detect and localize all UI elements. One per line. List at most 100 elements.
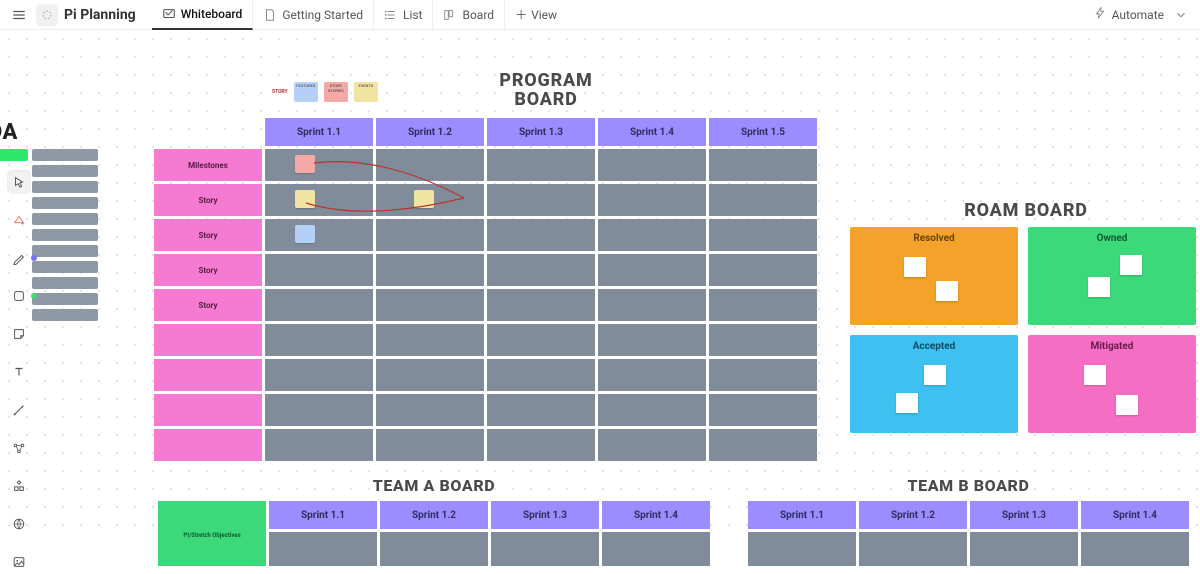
board-cell[interactable] (1081, 532, 1189, 566)
board-cell[interactable] (487, 219, 595, 251)
sticky-note[interactable] (295, 155, 315, 173)
agenda-item[interactable] (32, 149, 98, 161)
board-cell[interactable] (487, 429, 595, 461)
sprint-header[interactable]: Sprint 1.1 (265, 118, 373, 146)
sprint-header[interactable]: Sprint 1.4 (598, 118, 706, 146)
row-label[interactable]: Story (154, 219, 262, 251)
sprint-header[interactable]: Sprint 1.1 (269, 501, 377, 529)
objectives-cell[interactable]: PI/Stretch Objectives (158, 501, 266, 566)
agenda-item[interactable] (32, 213, 98, 225)
board-cell[interactable] (487, 289, 595, 321)
row-label[interactable] (154, 359, 262, 391)
sprint-header[interactable]: Sprint 1.2 (380, 501, 488, 529)
agenda-item[interactable] (32, 261, 98, 273)
board-cell[interactable] (709, 149, 817, 181)
sticky-note[interactable] (904, 257, 926, 277)
board-cell[interactable] (265, 149, 373, 181)
board-cell[interactable] (598, 219, 706, 251)
tool-ai[interactable]: + (7, 208, 31, 232)
automate-button[interactable]: Automate (1093, 6, 1164, 23)
board-cell[interactable] (859, 532, 967, 566)
sticky-note[interactable] (896, 393, 918, 413)
board-cell[interactable] (380, 532, 488, 566)
roam-mitigated[interactable]: Mitigated (1028, 335, 1196, 433)
sticky-note[interactable] (414, 190, 434, 208)
agenda-item[interactable] (32, 181, 98, 193)
board-cell[interactable] (376, 289, 484, 321)
legend-chip-events[interactable]: EVENTS (354, 82, 378, 102)
tab-list[interactable]: List (374, 0, 434, 30)
row-label[interactable] (154, 429, 262, 461)
board-cell[interactable] (265, 184, 373, 216)
board-cell[interactable] (376, 359, 484, 391)
sticky-note[interactable] (924, 365, 946, 385)
board-cell[interactable] (598, 359, 706, 391)
board-cell[interactable] (487, 324, 595, 356)
board-cell[interactable] (709, 184, 817, 216)
roam-accepted[interactable]: Accepted (850, 335, 1018, 433)
row-label[interactable]: Milestones (154, 149, 262, 181)
menu-button[interactable] (8, 4, 30, 26)
board-cell[interactable] (748, 532, 856, 566)
tool-web[interactable] (7, 512, 31, 536)
tab-whiteboard[interactable]: Whiteboard (152, 0, 254, 30)
sprint-header[interactable]: Sprint 1.4 (1081, 501, 1189, 529)
sticky-note[interactable] (1084, 365, 1106, 385)
tool-shape[interactable] (7, 284, 31, 308)
tool-pen[interactable] (7, 246, 31, 270)
sprint-header[interactable]: Sprint 1.3 (970, 501, 1078, 529)
board-cell[interactable] (269, 532, 377, 566)
agenda-item[interactable] (32, 229, 98, 241)
row-label[interactable]: Story (154, 184, 262, 216)
row-label[interactable] (154, 324, 262, 356)
board-cell[interactable] (709, 219, 817, 251)
sticky-note[interactable] (936, 281, 958, 301)
board-cell[interactable] (709, 324, 817, 356)
board-cell[interactable] (376, 394, 484, 426)
sticky-note[interactable] (1116, 395, 1138, 415)
agenda-item[interactable] (32, 309, 98, 321)
roam-resolved[interactable]: Resolved (850, 227, 1018, 325)
board-cell[interactable] (598, 149, 706, 181)
legend-chip-features[interactable]: FEATURES (294, 82, 318, 102)
whiteboard-canvas[interactable]: NDA STORY FEATURES STORY STORIES EVENTS … (0, 30, 1200, 539)
agenda-item[interactable] (32, 245, 98, 257)
sprint-header[interactable]: Sprint 1.5 (709, 118, 817, 146)
sprint-header[interactable]: Sprint 1.2 (376, 118, 484, 146)
legend-chip-stories[interactable]: STORY STORIES (324, 82, 348, 102)
board-cell[interactable] (602, 532, 710, 566)
board-cell[interactable] (709, 359, 817, 391)
tab-board[interactable]: Board (433, 0, 505, 30)
chevron-down-icon[interactable] (1170, 4, 1192, 26)
board-cell[interactable] (487, 184, 595, 216)
board-cell[interactable] (709, 394, 817, 426)
app-icon[interactable] (36, 4, 58, 26)
board-cell[interactable] (487, 254, 595, 286)
board-cell[interactable] (709, 429, 817, 461)
board-cell[interactable] (265, 394, 373, 426)
roam-owned[interactable]: Owned (1028, 227, 1196, 325)
sticky-note[interactable] (295, 225, 315, 243)
board-cell[interactable] (598, 254, 706, 286)
board-cell[interactable] (598, 289, 706, 321)
board-cell[interactable] (376, 429, 484, 461)
sticky-note[interactable] (1088, 277, 1110, 297)
board-cell[interactable] (709, 289, 817, 321)
sprint-header[interactable]: Sprint 1.1 (748, 501, 856, 529)
board-cell[interactable] (709, 254, 817, 286)
board-cell[interactable] (376, 149, 484, 181)
sprint-header[interactable]: Sprint 1.3 (491, 501, 599, 529)
board-cell[interactable] (376, 184, 484, 216)
tool-text[interactable] (7, 360, 31, 384)
board-cell[interactable] (265, 254, 373, 286)
row-label[interactable]: Story (154, 254, 262, 286)
board-cell[interactable] (265, 219, 373, 251)
sprint-header[interactable]: Sprint 1.4 (602, 501, 710, 529)
board-cell[interactable] (265, 289, 373, 321)
agenda-item[interactable] (0, 149, 28, 161)
add-view-button[interactable]: ＋ View (505, 6, 567, 23)
tab-getting-started[interactable]: Getting Started (253, 0, 374, 30)
row-label[interactable] (154, 394, 262, 426)
board-cell[interactable] (265, 359, 373, 391)
agenda-item[interactable] (32, 197, 98, 209)
